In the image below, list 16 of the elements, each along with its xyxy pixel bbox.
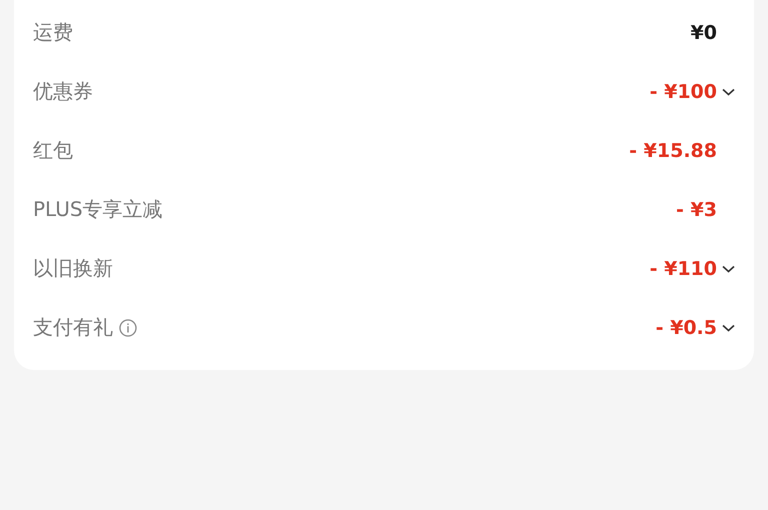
fee-amount: - ¥15.88 (629, 140, 717, 162)
chevron-down-icon[interactable] (722, 264, 735, 272)
fee-label: 红包 (33, 137, 73, 164)
fee-amount: - ¥3 (676, 198, 717, 220)
fee-amount: - ¥100 (650, 80, 717, 102)
fee-label: 支付有礼 (33, 314, 113, 341)
chevron-down-icon[interactable] (722, 88, 735, 96)
fee-amount: ¥0 (690, 22, 717, 44)
chevron-down-icon[interactable] (722, 324, 735, 332)
fee-label: 以旧换新 (33, 255, 113, 282)
fee-label: 运费 (33, 19, 73, 46)
fee-label: 优惠券 (33, 78, 93, 105)
fee-amount: - ¥110 (650, 258, 717, 280)
fee-label: PLUS专享立减 (33, 196, 163, 223)
fee-amount: - ¥0.5 (656, 316, 717, 338)
info-icon[interactable] (119, 318, 137, 336)
